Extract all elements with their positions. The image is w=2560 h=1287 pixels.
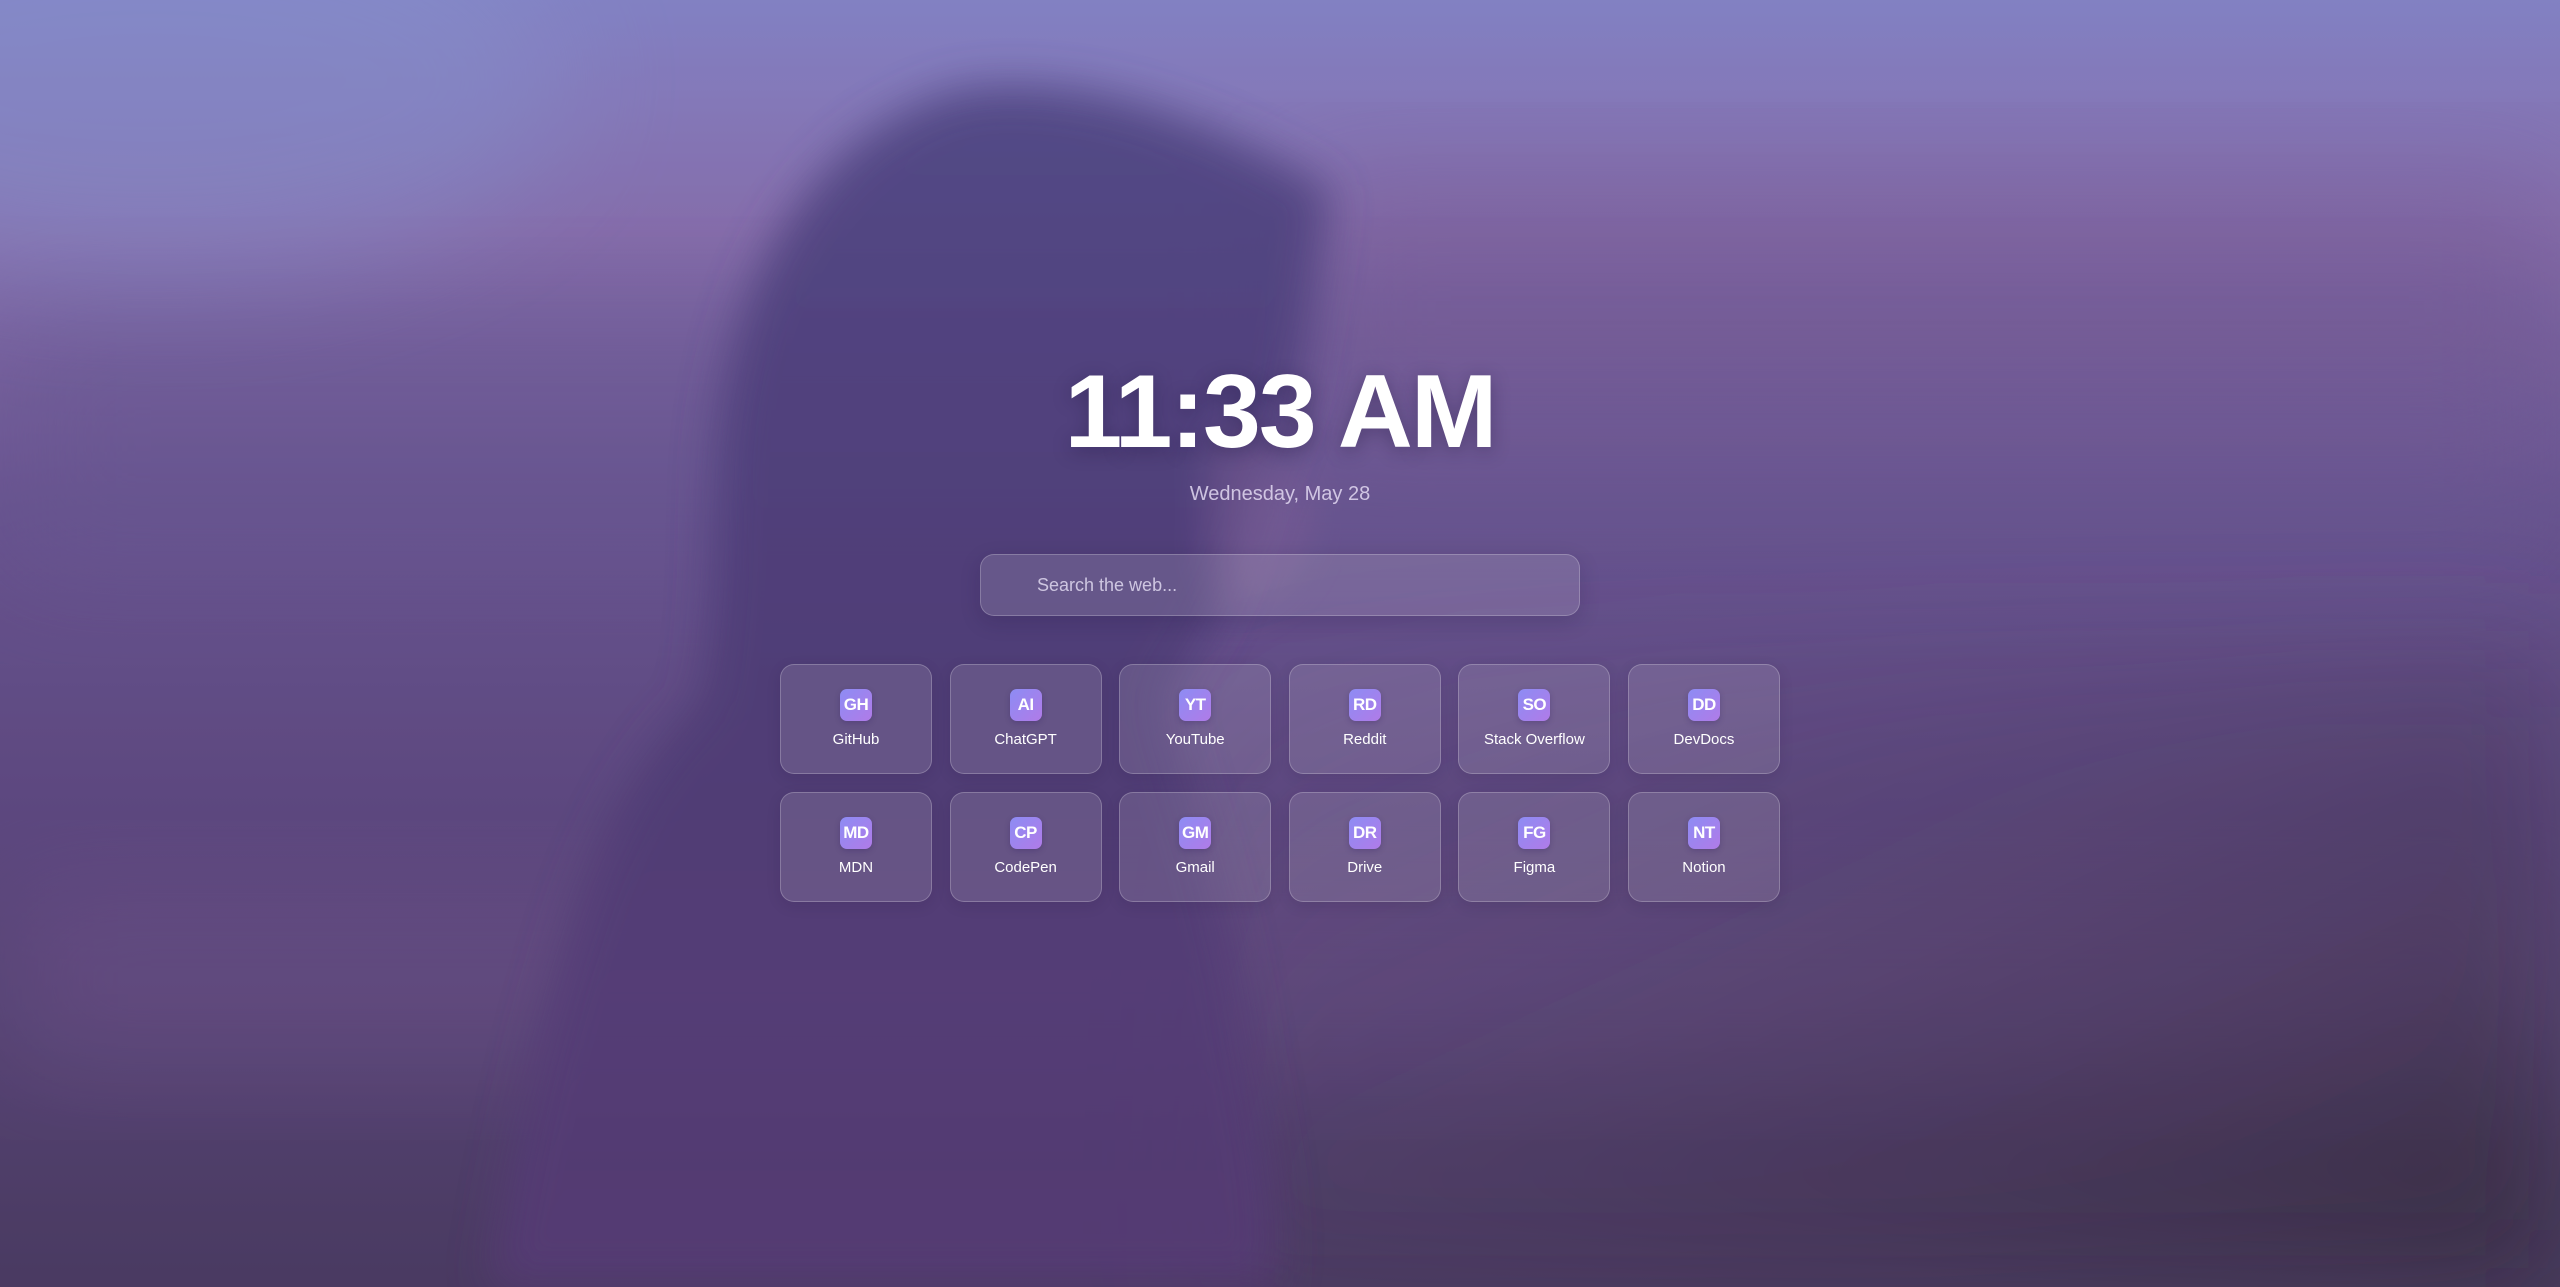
search-input[interactable]	[981, 555, 1579, 615]
gmail-icon: GM	[1179, 817, 1212, 849]
shortcut-devdocs[interactable]: DD DevDocs	[1627, 664, 1780, 774]
drive-icon: DR	[1348, 817, 1381, 849]
shortcut-label: DevDocs	[1673, 731, 1735, 748]
shortcut-notion[interactable]: NT Notion	[1627, 792, 1780, 902]
shortcut-mdn[interactable]: MD MDN	[780, 792, 932, 902]
shortcut-label: Reddit	[1343, 731, 1387, 748]
shortcut-chatgpt[interactable]: AI ChatGPT	[949, 664, 1102, 774]
stack-overflow-icon: SO	[1518, 689, 1551, 721]
shortcut-label: ChatGPT	[994, 731, 1057, 748]
clock-date: Wednesday, May 28	[1189, 483, 1371, 505]
shortcut-reddit[interactable]: RD Reddit	[1288, 664, 1441, 774]
shortcut-label: Figma	[1513, 859, 1556, 876]
shortcut-label: Stack Overflow	[1483, 731, 1585, 748]
youtube-icon: YT	[1179, 689, 1212, 721]
new-tab-content: 11:33 AM Wednesday, May 28 GH GitHub AI …	[0, 0, 2560, 1287]
shortcut-youtube[interactable]: YT YouTube	[1119, 664, 1272, 774]
shortcut-label: Notion	[1682, 859, 1726, 876]
shortcut-label: Gmail	[1175, 859, 1215, 876]
reddit-icon: RD	[1348, 689, 1381, 721]
search-box[interactable]	[980, 554, 1580, 616]
shortcut-github[interactable]: GH GitHub	[780, 664, 932, 774]
shortcut-label: YouTube	[1165, 731, 1225, 748]
shortcut-codepen[interactable]: CP CodePen	[949, 792, 1102, 902]
shortcut-label: MDN	[838, 859, 874, 876]
shortcut-label: CodePen	[994, 859, 1057, 876]
figma-icon: FG	[1518, 817, 1551, 849]
github-icon: GH	[840, 689, 872, 721]
shortcut-figma[interactable]: FG Figma	[1458, 792, 1611, 902]
shortcut-label: Drive	[1347, 859, 1383, 876]
clock-time: 11:33 AM	[1064, 354, 1497, 470]
shortcut-gmail[interactable]: GM Gmail	[1119, 792, 1272, 902]
shortcut-label: GitHub	[832, 731, 880, 748]
shortcuts-grid: GH GitHub AI ChatGPT YT YouTube RD Reddi…	[780, 664, 1780, 902]
shortcut-drive[interactable]: DR Drive	[1288, 792, 1441, 902]
codepen-icon: CP	[1009, 817, 1042, 849]
devdocs-icon: DD	[1687, 689, 1720, 721]
mdn-icon: MD	[840, 817, 872, 849]
notion-icon: NT	[1687, 817, 1720, 849]
chatgpt-icon: AI	[1009, 689, 1042, 721]
shortcut-stack-overflow[interactable]: SO Stack Overflow	[1458, 664, 1611, 774]
